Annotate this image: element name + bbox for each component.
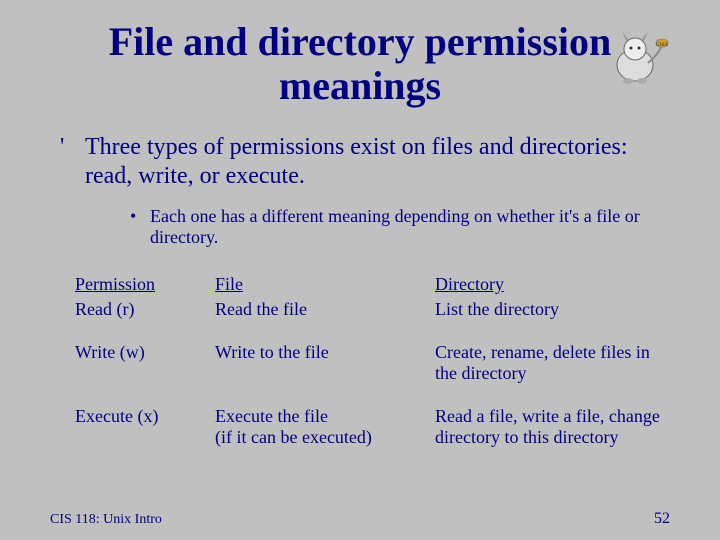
header-file: File [215,274,435,295]
cell-directory: List the directory [435,299,660,320]
cell-file: Write to the file [215,342,435,384]
cell-file: Read the file [215,299,435,320]
cell-directory: Create, rename, delete files in the dire… [435,342,660,384]
main-bullet: Three types of permissions exist on file… [0,118,720,196]
permissions-table: Permission File Directory Read (r) Read … [0,264,720,448]
bsd-devil-icon: UNIX [600,25,670,90]
table-header-row: Permission File Directory [75,274,660,295]
footer-course: CIS 118: Unix Intro [50,512,162,528]
footer-page-number: 52 [654,510,670,528]
cell-permission: Execute (x) [75,406,215,448]
svg-text:UNIX: UNIX [656,43,669,48]
header-directory: Directory [435,274,660,295]
table-row: Write (w) Write to the file Create, rena… [75,342,660,384]
cell-permission: Read (r) [75,299,215,320]
cell-file: Execute the file (if it can be executed) [215,406,435,448]
table-row: Read (r) Read the file List the director… [75,299,660,320]
sub-bullet: Each one has a different meaning dependi… [0,196,720,264]
cell-permission: Write (w) [75,342,215,384]
header-permission: Permission [75,274,215,295]
cell-directory: Read a file, write a file, change direct… [435,406,660,448]
table-row: Execute (x) Execute the file (if it can … [75,406,660,448]
